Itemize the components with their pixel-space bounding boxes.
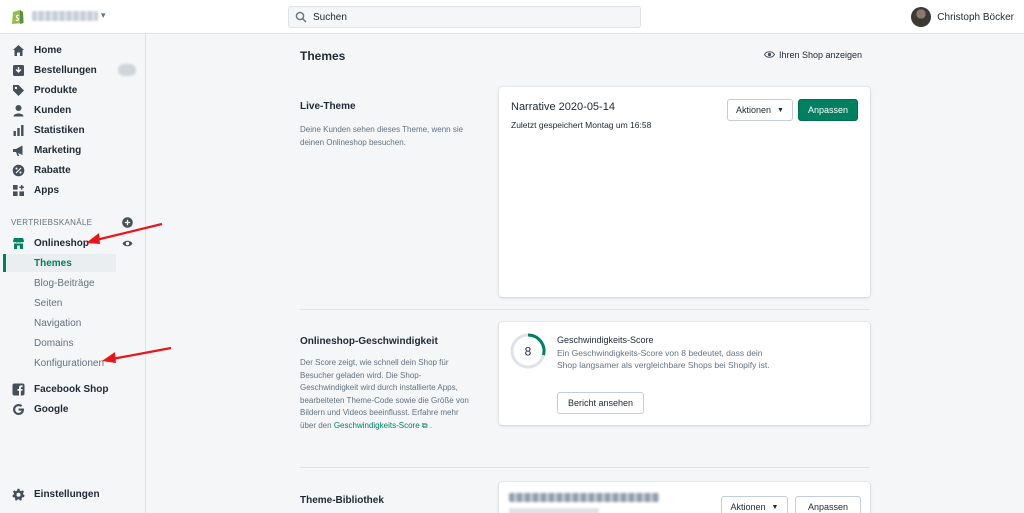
library-theme-status bbox=[509, 508, 599, 513]
sidebar-subitem-blog-posts[interactable]: Blog-Beiträge bbox=[3, 274, 116, 292]
page-title: Themes bbox=[300, 49, 346, 63]
library-theme-name bbox=[509, 493, 659, 502]
sidebar-item-customers[interactable]: Kunden bbox=[0, 101, 146, 119]
avatar[interactable] bbox=[911, 7, 932, 27]
view-report-button[interactable]: Bericht ansehen bbox=[557, 392, 644, 414]
sidebar-item-discounts[interactable]: Rabatte bbox=[0, 161, 146, 179]
live-theme-card: Narrative 2020-05-14 Zuletzt gespeichert… bbox=[499, 87, 870, 297]
discount-icon bbox=[12, 164, 25, 177]
store-name[interactable] bbox=[32, 11, 98, 21]
sidebar-item-label: Statistiken bbox=[34, 124, 85, 136]
chevron-down-icon[interactable]: ▾ bbox=[101, 10, 106, 21]
actions-dropdown-button[interactable]: Aktionen ▼ bbox=[727, 99, 793, 121]
section-divider bbox=[300, 467, 870, 468]
sidebar-item-label: Einstellungen bbox=[34, 488, 100, 500]
orders-count-badge bbox=[118, 64, 136, 76]
store-icon bbox=[12, 237, 25, 250]
sidebar-item-home[interactable]: Home bbox=[0, 41, 146, 59]
sidebar-item-label: Home bbox=[34, 44, 62, 56]
search-input[interactable] bbox=[313, 11, 613, 23]
sidebar-item-label: Rabatte bbox=[34, 164, 71, 176]
sidebar-item-marketing[interactable]: Marketing bbox=[0, 141, 146, 159]
library-actions-dropdown-button[interactable]: Aktionen ▼ bbox=[721, 496, 788, 513]
sidebar-item-label: Kunden bbox=[34, 104, 72, 116]
home-icon bbox=[12, 44, 25, 57]
speed-score-gauge: 8 bbox=[510, 333, 546, 369]
add-circle-icon[interactable] bbox=[122, 217, 133, 228]
speed-score-description: Ein Geschwindigkeits-Score von 8 bedeute… bbox=[557, 348, 770, 370]
gear-icon bbox=[12, 488, 25, 501]
speed-score-value: 8 bbox=[525, 345, 532, 359]
sidebar-item-orders[interactable]: Bestellungen bbox=[0, 61, 146, 79]
bar-chart-icon bbox=[12, 124, 25, 137]
theme-library-heading: Theme-Bibliothek bbox=[300, 495, 384, 506]
sidebar-item-label: Marketing bbox=[34, 144, 82, 156]
live-theme-heading: Live-Theme bbox=[300, 101, 356, 112]
speed-description-text: Der Score zeigt, wie schnell dein Shop f… bbox=[300, 358, 469, 430]
speed-score-link[interactable]: Geschwindigkeits-Score bbox=[334, 421, 420, 430]
user-name: Christoph Böcker bbox=[937, 11, 1014, 23]
actions-label: Aktionen bbox=[730, 502, 766, 512]
top-bar: ▾ Christoph Böcker bbox=[0, 0, 1024, 34]
actions-label: Aktionen bbox=[736, 105, 772, 115]
megaphone-icon bbox=[12, 144, 25, 157]
speed-score-title: Geschwindigkeits-Score bbox=[557, 335, 654, 345]
sidebar-subitem-pages[interactable]: Seiten bbox=[3, 294, 116, 312]
caret-down-icon: ▼ bbox=[777, 106, 784, 114]
sidebar-subitem-navigation[interactable]: Navigation bbox=[3, 314, 116, 332]
main-content: Themes Ihren Shop anzeigen Live-Theme De… bbox=[147, 34, 1024, 513]
sidebar: Home Bestellungen Produkte Kunden Statis… bbox=[0, 34, 146, 513]
sidebar-item-settings[interactable]: Einstellungen bbox=[0, 485, 146, 503]
sidebar-item-products[interactable]: Produkte bbox=[0, 81, 146, 99]
sidebar-item-google[interactable]: Google bbox=[0, 400, 146, 418]
sidebar-subitem-preferences[interactable]: Konfigurationen bbox=[3, 354, 116, 372]
sidebar-subitem-themes[interactable]: Themes bbox=[3, 254, 116, 272]
sidebar-item-label: Facebook Shop bbox=[34, 383, 109, 395]
section-divider bbox=[300, 309, 870, 310]
library-customize-button[interactable]: Anpassen bbox=[795, 496, 861, 513]
tag-icon bbox=[12, 84, 25, 97]
orders-icon bbox=[12, 64, 25, 77]
view-shop-label: Ihren Shop anzeigen bbox=[779, 49, 863, 60]
speed-score-card: 8 Geschwindigkeits-Score Ein Geschwindig… bbox=[499, 322, 870, 425]
library-theme-card: Aktionen ▼ Anpassen bbox=[499, 482, 870, 513]
search-icon bbox=[295, 11, 307, 23]
sales-channels-label: VERTRIEBSKANÄLE bbox=[11, 218, 93, 227]
sidebar-item-analytics[interactable]: Statistiken bbox=[0, 121, 146, 139]
facebook-icon bbox=[12, 383, 25, 396]
eye-icon bbox=[764, 51, 775, 58]
person-icon bbox=[12, 104, 25, 117]
speed-heading: Onlineshop-Geschwindigkeit bbox=[300, 336, 438, 347]
live-theme-name: Narrative 2020-05-14 bbox=[511, 101, 615, 113]
sidebar-item-label: Apps bbox=[34, 184, 59, 196]
customize-button[interactable]: Anpassen bbox=[798, 99, 858, 121]
sidebar-item-label: Produkte bbox=[34, 84, 78, 96]
google-icon bbox=[12, 403, 25, 416]
view-shop-link[interactable]: Ihren Shop anzeigen bbox=[764, 49, 862, 60]
shopify-logo-icon[interactable] bbox=[11, 8, 25, 25]
live-theme-saved-time: Zuletzt gespeichert Montag um 16:58 bbox=[511, 120, 652, 130]
external-link-icon[interactable]: ⧉ bbox=[422, 421, 428, 430]
sidebar-item-label: Bestellungen bbox=[34, 64, 97, 76]
sidebar-item-label: Onlineshop bbox=[34, 237, 89, 249]
speed-description: Der Score zeigt, wie schnell dein Shop f… bbox=[300, 358, 469, 430]
sidebar-item-label: Google bbox=[34, 403, 69, 415]
sidebar-subitem-domains[interactable]: Domains bbox=[3, 334, 116, 352]
sidebar-item-facebook-shop[interactable]: Facebook Shop bbox=[0, 380, 146, 398]
sidebar-item-apps[interactable]: Apps bbox=[0, 181, 146, 199]
user-menu[interactable]: Christoph Böcker bbox=[911, 7, 1014, 27]
apps-icon bbox=[12, 184, 25, 197]
search-bar[interactable] bbox=[288, 6, 641, 28]
live-theme-description: Deine Kunden sehen dieses Theme, wenn si… bbox=[300, 125, 464, 147]
caret-down-icon: ▼ bbox=[771, 503, 779, 511]
eye-icon[interactable] bbox=[122, 238, 133, 249]
